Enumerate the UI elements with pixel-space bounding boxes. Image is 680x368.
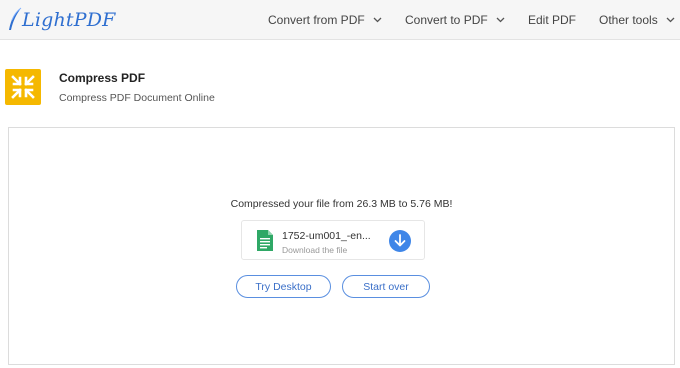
document-icon (257, 230, 273, 251)
download-file-link[interactable]: Download the file (282, 245, 347, 255)
lightpdf-logo[interactable]: LightPDF (6, 4, 116, 36)
chevron-down-icon (666, 17, 675, 23)
file-name: 1752-um001_-en... (282, 230, 371, 242)
chevron-down-icon (496, 17, 505, 23)
nav-edit-pdf[interactable]: Edit PDF (528, 0, 576, 40)
logo-text: LightPDF (22, 9, 116, 31)
nav-convert-from-pdf[interactable]: Convert from PDF (268, 0, 382, 40)
try-desktop-button[interactable]: Try Desktop (236, 275, 331, 298)
download-button[interactable] (389, 230, 411, 252)
start-over-button[interactable]: Start over (342, 275, 430, 298)
chevron-down-icon (373, 17, 382, 23)
nav-other-tools[interactable]: Other tools (599, 0, 675, 40)
compression-result-message: Compressed your file from 26.3 MB to 5.7… (230, 198, 453, 210)
nav-label: Convert from PDF (268, 13, 365, 27)
download-arrow-icon (394, 234, 406, 247)
top-navigation-bar: LightPDF Convert from PDF Convert to PDF… (0, 0, 680, 40)
nav-label: Edit PDF (528, 13, 577, 27)
page-title: Compress PDF (59, 71, 146, 85)
result-panel: Compressed your file from 26.3 MB to 5.7… (8, 127, 675, 365)
nav-convert-to-pdf[interactable]: Convert to PDF (405, 0, 505, 40)
nav-label: Convert to PDF (405, 13, 488, 27)
compress-arrows-icon (5, 69, 41, 105)
nav-label: Other tools (599, 13, 658, 27)
page-subtitle: Compress PDF Document Online (59, 92, 215, 104)
file-card[interactable]: 1752-um001_-en... Download the file (241, 220, 425, 260)
